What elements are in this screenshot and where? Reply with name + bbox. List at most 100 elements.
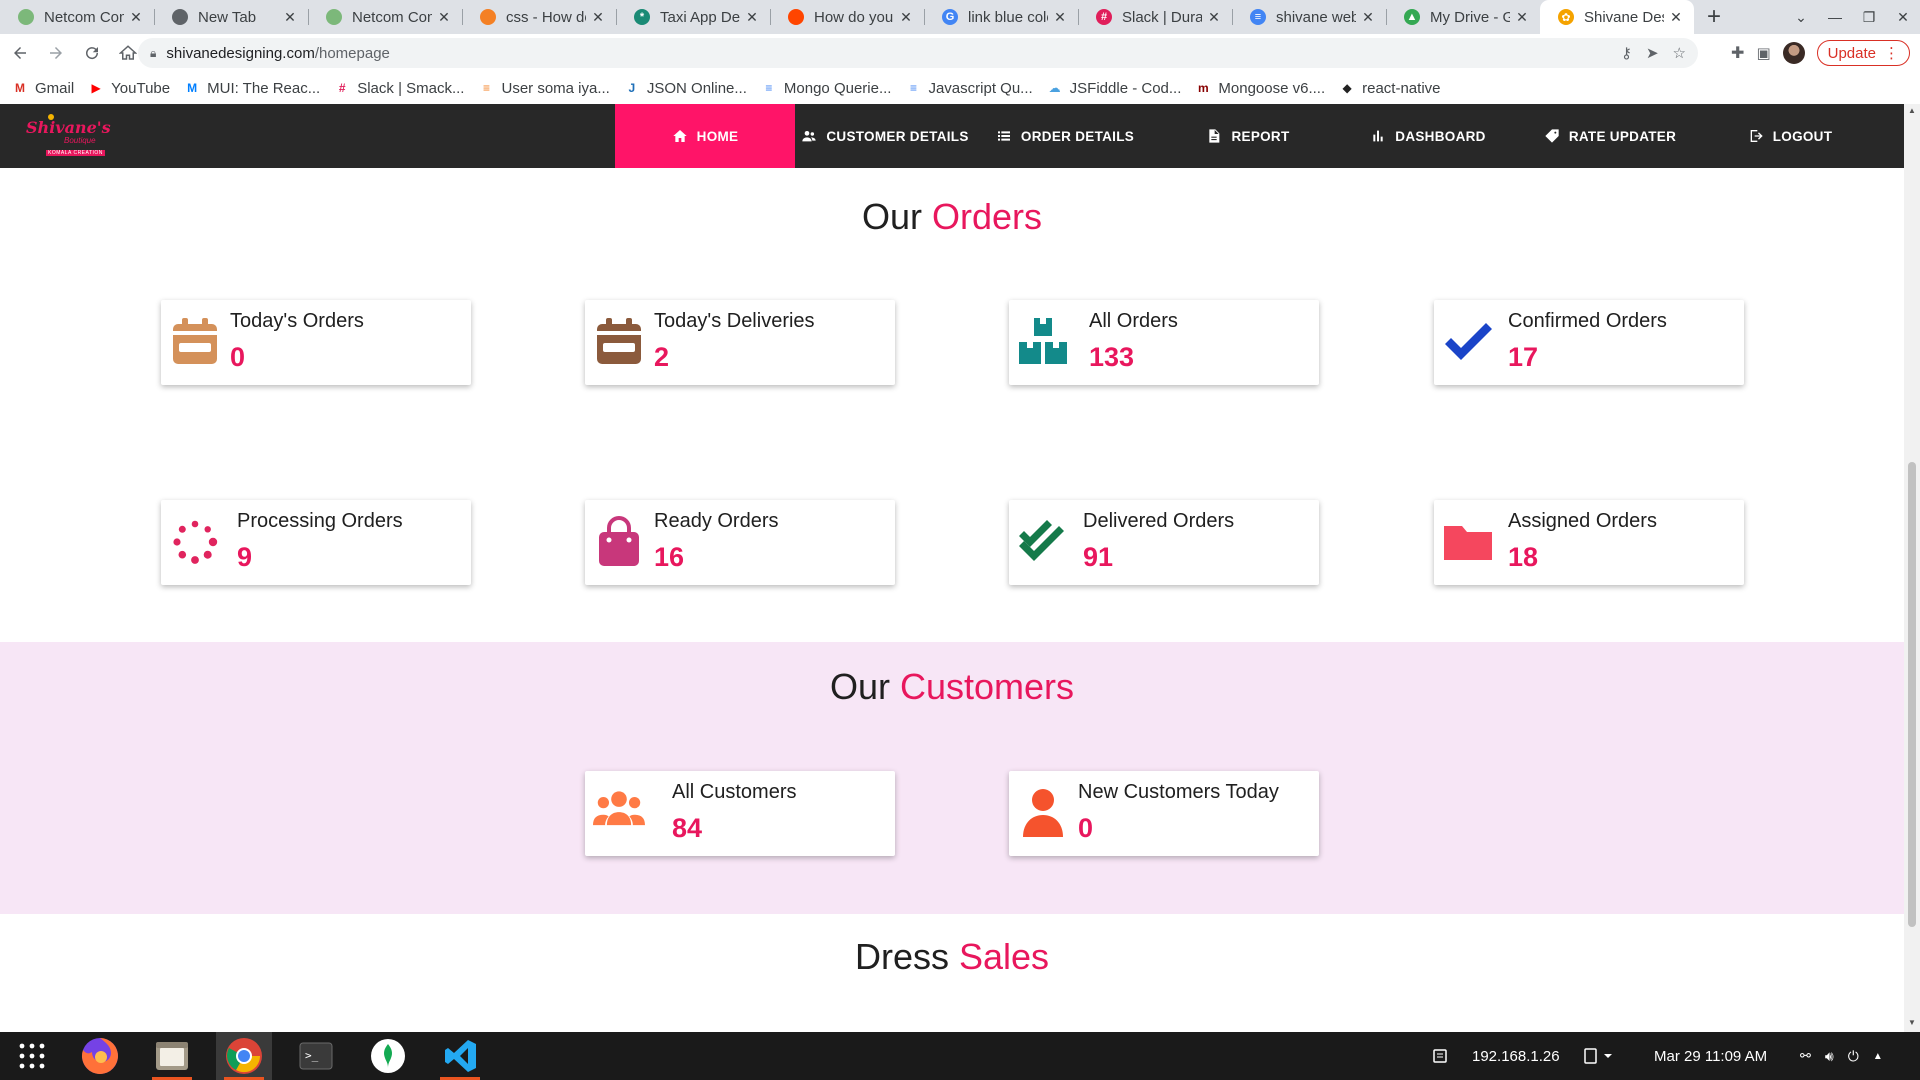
nav-home[interactable]: HOME: [615, 104, 795, 168]
tab-search-chevron-icon[interactable]: ⌄: [1784, 9, 1818, 26]
stat-card[interactable]: All Orders 133: [1009, 300, 1319, 385]
extensions-icon[interactable]: ✚: [1731, 43, 1744, 63]
bookmark-item[interactable]: M Gmail: [12, 80, 74, 97]
tab-favicon-icon: [480, 9, 496, 25]
browser-tab[interactable]: ✿ Shivane Desi ✕: [1540, 0, 1694, 34]
nav-label: HOME: [696, 128, 739, 144]
sales-title-prefix: Dress: [854, 936, 949, 977]
bookmark-favicon-icon: ◆: [1342, 81, 1352, 95]
bookmark-item[interactable]: M MUI: The Reac...: [184, 80, 320, 97]
scrollbar-thumb[interactable]: [1908, 462, 1916, 927]
chrome-icon[interactable]: [216, 1032, 272, 1080]
side-panel-icon[interactable]: ▣: [1756, 44, 1770, 62]
bookmark-favicon-icon: ≡: [482, 81, 490, 95]
star-icon[interactable]: ☆: [1673, 44, 1686, 62]
browser-tab[interactable]: ≡ shivane web ✕: [1232, 0, 1386, 34]
browser-tab[interactable]: How do you r ✕: [770, 0, 924, 34]
bookmark-item[interactable]: ≡ Javascript Qu...: [905, 80, 1033, 97]
datetime[interactable]: Mar 29 11:09 AM: [1654, 1032, 1767, 1080]
tab-close-icon[interactable]: ✕: [590, 9, 606, 26]
tab-close-icon[interactable]: ✕: [436, 9, 452, 26]
stat-card[interactable]: Today's Orders 0: [161, 300, 471, 385]
system-tray[interactable]: ⚯ 🔊︎ ⏻ ▲: [1800, 1032, 1883, 1080]
browser-tab[interactable]: * Taxi App Dev ✕: [616, 0, 770, 34]
stat-card[interactable]: Assigned Orders 18: [1434, 500, 1744, 585]
page-scrollbar[interactable]: ▲ ▼: [1904, 104, 1920, 1032]
bookmark-item[interactable]: ◆ react-native: [1339, 80, 1441, 97]
reload-icon[interactable]: [76, 37, 108, 69]
stat-card[interactable]: All Customers 84: [585, 771, 895, 856]
nav-dashboard[interactable]: DASHBOARD: [1338, 104, 1518, 168]
stat-card[interactable]: Delivered Orders 91: [1009, 500, 1319, 585]
minimize-icon[interactable]: —: [1818, 9, 1852, 25]
avatar[interactable]: [1782, 42, 1805, 64]
stat-card[interactable]: Confirmed Orders 17: [1434, 300, 1744, 385]
bookmark-item[interactable]: ≡ Mongo Querie...: [761, 80, 891, 97]
tab-close-icon[interactable]: ✕: [1052, 9, 1068, 26]
app-grid-icon[interactable]: [4, 1032, 60, 1080]
firefox-icon[interactable]: [72, 1032, 128, 1080]
stat-card[interactable]: Ready Orders 16: [585, 500, 895, 585]
clipboard-menu-icon[interactable]: [1584, 1032, 1614, 1080]
vscode-icon[interactable]: [432, 1032, 488, 1080]
browser-tab[interactable]: css - How do ✕: [462, 0, 616, 34]
nav-report[interactable]: REPORT: [1158, 104, 1338, 168]
tab-close-icon[interactable]: ✕: [1514, 9, 1530, 26]
sales-title-accent: Sales: [958, 936, 1050, 977]
files-icon[interactable]: [144, 1032, 200, 1080]
tab-title: Slack | Durai: [1122, 8, 1202, 26]
bookmark-item[interactable]: m Mongoose v6....: [1195, 80, 1325, 97]
tab-title: New Tab: [198, 8, 257, 26]
stat-value: 9: [237, 542, 253, 572]
tab-close-icon[interactable]: ✕: [282, 9, 298, 26]
browser-tab[interactable]: Netcom Com ✕: [0, 0, 154, 34]
stat-label: Processing Orders: [237, 510, 403, 532]
power-icon[interactable]: ⏻: [1848, 1048, 1859, 1065]
scroll-down-icon[interactable]: ▼: [1908, 1018, 1916, 1027]
nav-logout[interactable]: LOGOUT: [1700, 104, 1880, 168]
terminal-icon[interactable]: >_: [288, 1032, 344, 1080]
check-icon: [1442, 316, 1494, 368]
scroll-up-icon[interactable]: ▲: [1908, 106, 1916, 115]
bookmark-item[interactable]: J JSON Online...: [624, 80, 747, 97]
tab-close-icon[interactable]: ✕: [898, 9, 914, 26]
browser-tab[interactable]: # Slack | Durai ✕: [1078, 0, 1232, 34]
browser-tab[interactable]: G link blue colo ✕: [924, 0, 1078, 34]
tab-title: Shivane Desi: [1584, 8, 1664, 26]
site-logo[interactable]: Shivane's Boutique KOMALA CREATION: [26, 114, 111, 160]
browser-tab[interactable]: Netcom Com ✕: [308, 0, 462, 34]
stat-card[interactable]: Today's Deliveries 2: [585, 300, 895, 385]
volume-icon[interactable]: 🔊︎: [1825, 1048, 1834, 1065]
back-arrow-icon[interactable]: [4, 37, 36, 69]
bookmark-favicon-icon: J: [628, 81, 636, 95]
restore-icon[interactable]: ❐: [1852, 9, 1886, 26]
key-icon[interactable]: ⚷: [1621, 44, 1632, 62]
tab-close-icon[interactable]: ✕: [1206, 9, 1222, 26]
bookmark-item[interactable]: # Slack | Smack...: [334, 80, 465, 97]
nav-rate-updater[interactable]: RATE UPDATER: [1520, 104, 1700, 168]
browser-tab[interactable]: ▲ My Drive - Go ✕: [1386, 0, 1540, 34]
nav-label: DASHBOARD: [1395, 128, 1486, 144]
close-window-icon[interactable]: ✕: [1886, 9, 1920, 26]
browser-tab[interactable]: New Tab ✕: [154, 0, 308, 34]
bookmark-item[interactable]: ▶ YouTube: [88, 80, 171, 97]
address-bar[interactable]: 🔒︎ shivanedesigning.com/homepage ⚷ ➤ ☆: [138, 38, 1698, 68]
clipboard-icon[interactable]: [1432, 1032, 1448, 1080]
stat-card[interactable]: New Customers Today 0: [1009, 771, 1319, 856]
mongodb-compass-icon[interactable]: [360, 1032, 416, 1080]
bookmark-item[interactable]: ☁ JSFiddle - Cod...: [1047, 80, 1182, 97]
new-tab-button[interactable]: +: [1694, 0, 1734, 34]
nav-customer-details[interactable]: CUSTOMER DETAILS: [795, 104, 975, 168]
tab-close-icon[interactable]: ✕: [1668, 9, 1684, 26]
tab-close-icon[interactable]: ✕: [744, 9, 760, 26]
tab-close-icon[interactable]: ✕: [128, 9, 144, 26]
tab-close-icon[interactable]: ✕: [1360, 9, 1376, 26]
send-icon[interactable]: ➤: [1646, 44, 1659, 62]
stat-card[interactable]: Processing Orders 9: [161, 500, 471, 585]
nav-order-details[interactable]: ORDER DETAILS: [975, 104, 1155, 168]
tray-expand-icon[interactable]: ▲: [1873, 1051, 1883, 1062]
update-button[interactable]: Update ⋮: [1816, 40, 1910, 66]
forward-arrow-icon[interactable]: [40, 37, 72, 69]
network-icon[interactable]: ⚯: [1800, 1048, 1811, 1064]
bookmark-item[interactable]: ≡ User soma iya...: [478, 80, 610, 97]
